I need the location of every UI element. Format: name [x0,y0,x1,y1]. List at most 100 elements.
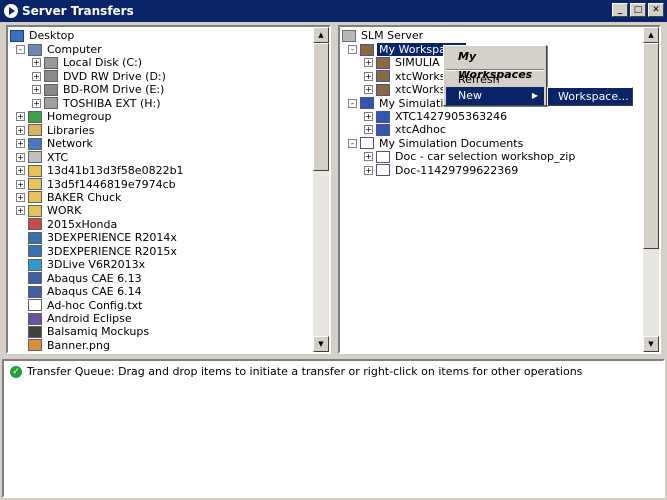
new-menu-item[interactable]: New ▶ [446,87,544,105]
minimize-button[interactable]: _ [612,3,628,17]
collapse-icon[interactable]: - [348,98,357,108]
workspace-submenu-item[interactable]: Workspace... [547,87,633,106]
document-icon [28,218,42,231]
scroll-thumb[interactable] [313,43,329,171]
image-file-icon [28,339,42,352]
app-icon [4,4,18,18]
maximize-button[interactable]: □ [630,3,646,17]
tree-root-slm-server[interactable]: SLM Server [342,29,425,42]
expand-icon[interactable]: + [16,152,25,162]
scroll-thumb[interactable] [643,43,659,249]
tree-item[interactable]: + TOSHIBA EXT (H:) [32,97,163,110]
tree-item-label: 3DLive V6R2013x [47,258,146,272]
collapse-icon[interactable]: - [16,45,25,54]
expand-icon[interactable]: + [16,179,25,189]
tree-item-label: Libraries [47,123,95,137]
scroll-up-button[interactable]: ▲ [313,27,329,43]
tree-item-label: 13d5f1446819e7974cb [47,177,176,191]
tree-item-label: Abaqus CAE 6.13 [47,271,142,285]
transfer-queue-status: ✓ Transfer Queue: Drag and drop items to… [10,365,582,378]
transfer-queue-panel[interactable]: ✓ Transfer Queue: Drag and drop items to… [2,359,665,498]
tree-item[interactable]: 3DEXPERIENCE R2015x [16,245,179,258]
tree-item-label: Local Disk (C:) [63,56,143,70]
tree-item[interactable]: +13d5f1446819e7974cb [16,178,178,191]
tree-item[interactable]: + BD-ROM Drive (E:) [32,83,166,96]
tree-item[interactable]: Abaqus CAE 6.13 [16,272,144,285]
scroll-down-button[interactable]: ▼ [313,336,329,352]
tree-item[interactable]: Banner.png [16,339,112,352]
document-icon [376,164,390,177]
expand-icon[interactable]: + [16,139,25,149]
expand-icon[interactable]: + [364,152,373,162]
expand-icon[interactable]: + [364,165,373,175]
tree-item-label: Banner.png [47,338,110,352]
tree-item[interactable]: Abaqus CAE 6.14 [16,285,144,298]
server-tree-scrollbar[interactable]: ▲ ▼ [643,27,659,352]
tree-item[interactable]: 2015xHonda [16,218,119,231]
tree-item[interactable]: + XTC [16,151,70,164]
tree-item[interactable]: + DVD RW Drive (D:) [32,70,168,83]
expand-icon[interactable]: + [16,125,25,135]
server-tree-item[interactable]: - My Simulation Documents [348,137,525,150]
simulation-icon [376,110,390,123]
tree-item[interactable]: + Libraries [16,124,97,137]
close-button[interactable]: ✕ [648,3,664,17]
xtc-folder-icon [28,151,42,164]
abaqus-icon [28,285,42,298]
server-tree-item[interactable]: + Doc - car selection workshop_zip [364,150,577,163]
submenu-arrow-icon: ▶ [531,91,538,100]
scroll-up-button[interactable]: ▲ [643,27,659,43]
workspace-icon [376,70,390,83]
server-tree-item[interactable]: + XTC1427905363246 [364,110,509,123]
collapse-icon[interactable]: - [348,138,357,148]
3dexperience-icon [28,231,42,244]
tree-item[interactable]: 3DEXPERIENCE R2014x [16,231,179,244]
tree-item-label: 13d41b13d3f58e0822b1 [47,164,184,178]
collapse-icon[interactable]: - [348,45,357,54]
expand-icon[interactable]: + [364,71,373,81]
server-tree-item-label: xtcAdhoc [395,123,446,137]
scroll-down-button[interactable]: ▼ [643,336,659,352]
tree-item[interactable]: Android Eclipse [16,312,134,325]
server-icon [342,29,356,42]
expand-icon[interactable]: + [16,192,25,202]
expand-icon[interactable]: + [364,112,373,121]
expand-icon[interactable]: + [32,98,41,108]
tree-item[interactable]: Ad-hoc Config.txt [16,299,144,312]
server-tree-item[interactable]: + xtcAdhoc [364,123,448,136]
tree-root-desktop[interactable]: Desktop [10,29,76,42]
tree-item[interactable]: - Computer [16,43,104,56]
tree-item-label: Android Eclipse [47,312,132,325]
tree-item-label: 3DEXPERIENCE R2014x [47,231,177,245]
expand-icon[interactable]: + [364,58,373,68]
expand-icon[interactable]: + [364,85,373,95]
server-tree-item-label: My Simulation Documents [379,136,524,150]
folder-icon [28,204,42,217]
simulations-icon [360,97,374,110]
tree-item-label: Network [47,137,93,151]
tree-item-label: 3DEXPERIENCE R2015x [47,244,177,258]
server-tree-item[interactable]: + Doc-11429799622369 [364,164,520,177]
tree-item[interactable]: + WORK [16,204,83,217]
tree-item[interactable]: +13d41b13d3f58e0822b1 [16,164,186,177]
expand-icon[interactable]: + [16,112,25,122]
expand-icon[interactable]: + [32,71,41,81]
tree-item[interactable]: + Local Disk (C:) [32,56,144,69]
tree-item[interactable]: 3DLive V6R2013x [16,258,147,271]
server-root-label: SLM Server [361,29,424,42]
expand-icon[interactable]: + [364,125,373,135]
expand-icon[interactable]: + [32,58,41,68]
tree-item[interactable]: + Homegroup [16,110,113,123]
tree-root-label: Desktop [29,29,75,42]
expand-icon[interactable]: + [32,85,41,95]
local-file-tree[interactable]: Desktop - Computer + Local Disk (C:) + DVD RW… [6,25,331,354]
expand-icon[interactable]: + [16,206,25,216]
balsamiq-icon [28,325,42,338]
server-tree-item-label: Doc - car selection workshop_zip [395,150,576,164]
tree-item[interactable]: + BAKER Chuck [16,191,123,204]
tree-item[interactable]: Balsamiq Mockups [16,325,151,338]
tree-item[interactable]: + Network [16,137,95,150]
local-tree-scrollbar[interactable]: ▲ ▼ [313,27,329,352]
expand-icon[interactable]: + [16,166,25,176]
android-eclipse-icon [28,312,42,325]
